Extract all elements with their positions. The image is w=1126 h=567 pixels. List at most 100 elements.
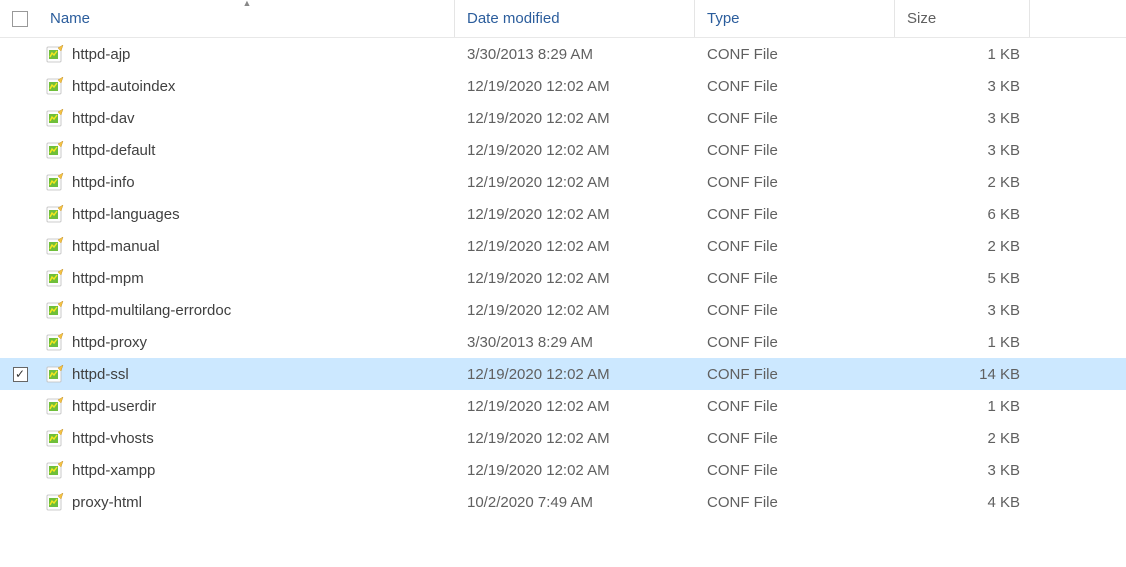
cell-name: httpd-default xyxy=(40,141,455,159)
cell-date: 3/30/2013 8:29 AM xyxy=(455,46,695,63)
table-row[interactable]: httpd-ajp 3/30/2013 8:29 AM CONF File 1 … xyxy=(0,38,1126,70)
cell-name: httpd-vhosts xyxy=(40,429,455,447)
file-type: CONF File xyxy=(707,302,778,319)
cell-date: 12/19/2020 12:02 AM xyxy=(455,206,695,223)
file-size: 3 KB xyxy=(987,78,1020,95)
file-size: 14 KB xyxy=(979,366,1020,383)
column-header-type[interactable]: Type xyxy=(695,0,895,37)
table-row[interactable]: httpd-dav 12/19/2020 12:02 AM CONF File … xyxy=(0,102,1126,134)
cell-type: CONF File xyxy=(695,142,895,159)
file-type: CONF File xyxy=(707,238,778,255)
file-date: 12/19/2020 12:02 AM xyxy=(467,78,610,95)
file-name: httpd-autoindex xyxy=(72,78,175,95)
row-checkbox[interactable]: ✓ xyxy=(13,367,28,382)
cell-name: httpd-ssl xyxy=(40,365,455,383)
table-row[interactable]: ✓ httpd-ssl 12/19/2020 12:02 AM CONF Fil… xyxy=(0,358,1126,390)
file-type: CONF File xyxy=(707,174,778,191)
cell-type: CONF File xyxy=(695,494,895,511)
file-size: 4 KB xyxy=(987,494,1020,511)
cell-date: 10/2/2020 7:49 AM xyxy=(455,494,695,511)
cell-name: httpd-autoindex xyxy=(40,77,455,95)
column-header-size[interactable]: Size xyxy=(895,0,1030,37)
file-date: 12/19/2020 12:02 AM xyxy=(467,366,610,383)
table-row[interactable]: httpd-languages 12/19/2020 12:02 AM CONF… xyxy=(0,198,1126,230)
table-row[interactable]: httpd-vhosts 12/19/2020 12:02 AM CONF Fi… xyxy=(0,422,1126,454)
cell-date: 12/19/2020 12:02 AM xyxy=(455,174,695,191)
file-size: 5 KB xyxy=(987,270,1020,287)
cell-date: 12/19/2020 12:02 AM xyxy=(455,430,695,447)
table-row[interactable]: httpd-multilang-errordoc 12/19/2020 12:0… xyxy=(0,294,1126,326)
file-size: 1 KB xyxy=(987,46,1020,63)
cell-date: 12/19/2020 12:02 AM xyxy=(455,302,695,319)
cell-size: 3 KB xyxy=(895,302,1030,319)
table-row[interactable]: httpd-userdir 12/19/2020 12:02 AM CONF F… xyxy=(0,390,1126,422)
table-row[interactable]: httpd-autoindex 12/19/2020 12:02 AM CONF… xyxy=(0,70,1126,102)
table-row[interactable]: proxy-html 10/2/2020 7:49 AM CONF File 4… xyxy=(0,486,1126,518)
column-header-date[interactable]: Date modified xyxy=(455,0,695,37)
cell-name: httpd-multilang-errordoc xyxy=(40,301,455,319)
cell-type: CONF File xyxy=(695,430,895,447)
conf-file-icon xyxy=(46,301,64,319)
file-size: 3 KB xyxy=(987,302,1020,319)
file-date: 12/19/2020 12:02 AM xyxy=(467,398,610,415)
cell-type: CONF File xyxy=(695,174,895,191)
file-name: httpd-manual xyxy=(72,238,160,255)
file-name: httpd-proxy xyxy=(72,334,147,351)
conf-file-icon xyxy=(46,237,64,255)
table-row[interactable]: httpd-manual 12/19/2020 12:02 AM CONF Fi… xyxy=(0,230,1126,262)
file-type: CONF File xyxy=(707,206,778,223)
cell-name: httpd-userdir xyxy=(40,397,455,415)
cell-type: CONF File xyxy=(695,78,895,95)
column-header-row: Name ▲ Date modified Type Size xyxy=(0,0,1126,38)
cell-type: CONF File xyxy=(695,334,895,351)
file-type: CONF File xyxy=(707,462,778,479)
conf-file-icon xyxy=(46,269,64,287)
cell-date: 12/19/2020 12:02 AM xyxy=(455,462,695,479)
cell-date: 12/19/2020 12:02 AM xyxy=(455,270,695,287)
conf-file-icon xyxy=(46,365,64,383)
cell-name: httpd-proxy xyxy=(40,333,455,351)
table-row[interactable]: httpd-default 12/19/2020 12:02 AM CONF F… xyxy=(0,134,1126,166)
file-type: CONF File xyxy=(707,398,778,415)
file-date: 12/19/2020 12:02 AM xyxy=(467,174,610,191)
table-row[interactable]: httpd-info 12/19/2020 12:02 AM CONF File… xyxy=(0,166,1126,198)
conf-file-icon xyxy=(46,493,64,511)
file-date: 12/19/2020 12:02 AM xyxy=(467,430,610,447)
file-type: CONF File xyxy=(707,46,778,63)
header-label: Type xyxy=(707,10,740,27)
cell-size: 3 KB xyxy=(895,462,1030,479)
cell-type: CONF File xyxy=(695,46,895,63)
row-checkbox-wrap: ✓ xyxy=(0,367,40,382)
conf-file-icon xyxy=(46,45,64,63)
file-size: 3 KB xyxy=(987,142,1020,159)
cell-date: 3/30/2013 8:29 AM xyxy=(455,334,695,351)
file-date: 12/19/2020 12:02 AM xyxy=(467,270,610,287)
cell-type: CONF File xyxy=(695,462,895,479)
table-row[interactable]: httpd-proxy 3/30/2013 8:29 AM CONF File … xyxy=(0,326,1126,358)
cell-type: CONF File xyxy=(695,206,895,223)
cell-size: 1 KB xyxy=(895,46,1030,63)
header-label: Date modified xyxy=(467,10,560,27)
file-name: httpd-xampp xyxy=(72,462,155,479)
file-size: 3 KB xyxy=(987,462,1020,479)
cell-size: 2 KB xyxy=(895,238,1030,255)
cell-size: 3 KB xyxy=(895,142,1030,159)
file-type: CONF File xyxy=(707,494,778,511)
column-header-name[interactable]: Name ▲ xyxy=(40,0,455,37)
table-row[interactable]: httpd-xampp 12/19/2020 12:02 AM CONF Fil… xyxy=(0,454,1126,486)
file-date: 3/30/2013 8:29 AM xyxy=(467,46,593,63)
cell-size: 2 KB xyxy=(895,174,1030,191)
cell-size: 1 KB xyxy=(895,398,1030,415)
select-all-checkbox[interactable] xyxy=(12,11,28,27)
cell-date: 12/19/2020 12:02 AM xyxy=(455,366,695,383)
cell-name: httpd-xampp xyxy=(40,461,455,479)
select-all-wrap xyxy=(0,11,40,27)
file-name: httpd-mpm xyxy=(72,270,144,287)
file-name: httpd-multilang-errordoc xyxy=(72,302,231,319)
conf-file-icon xyxy=(46,173,64,191)
file-date: 12/19/2020 12:02 AM xyxy=(467,462,610,479)
sort-ascending-icon: ▲ xyxy=(243,0,252,8)
table-row[interactable]: httpd-mpm 12/19/2020 12:02 AM CONF File … xyxy=(0,262,1126,294)
file-date: 12/19/2020 12:02 AM xyxy=(467,302,610,319)
file-date: 12/19/2020 12:02 AM xyxy=(467,110,610,127)
